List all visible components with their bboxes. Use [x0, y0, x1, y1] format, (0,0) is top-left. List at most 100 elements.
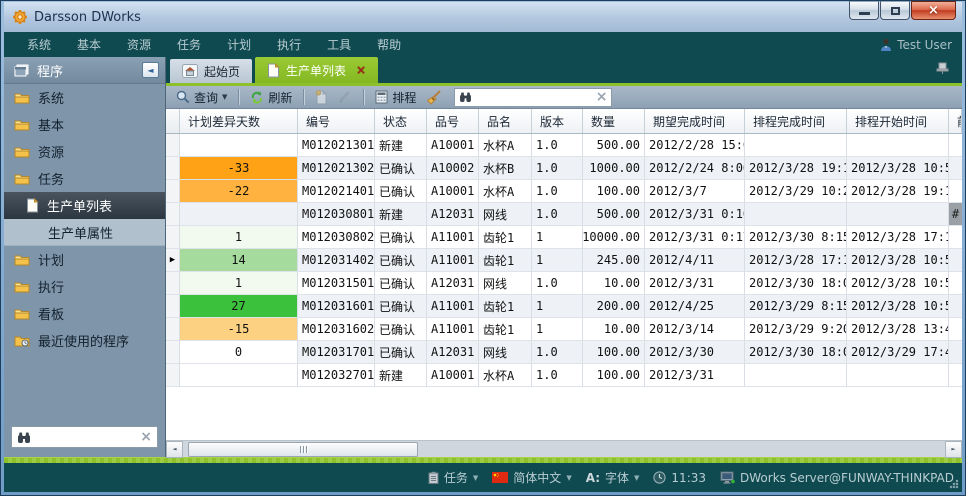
cell-sched_start: 2012/3/28 10:52 — [847, 295, 949, 318]
status-server[interactable]: DWorks Server@FUNWAY-THINKPAD — [720, 471, 954, 485]
sidebar-item-5[interactable]: 生产单属性 — [4, 219, 165, 246]
pin-icon[interactable] — [935, 62, 950, 74]
menu-item-4[interactable]: 计划 — [214, 36, 264, 53]
menu-item-1[interactable]: 基本 — [64, 36, 114, 53]
table-row-0[interactable]: M012021301新建A10001水杯A1.0500.002012/2/28 … — [166, 134, 962, 157]
sidebar-item-label: 看板 — [38, 304, 64, 323]
folder-icon — [14, 172, 30, 185]
cell-ver: 1 — [532, 318, 583, 341]
cell-sched_end: 2012/3/30 18:00 — [745, 341, 847, 364]
table-row-7[interactable]: 27M012031601已确认A11001齿轮11200.002012/4/25… — [166, 295, 962, 318]
folder-icon — [14, 280, 30, 293]
clock-icon — [653, 471, 666, 484]
column-header-9[interactable]: 排程开始时间 — [847, 109, 949, 133]
column-header-3[interactable]: 品号 — [427, 109, 479, 133]
column-header-8[interactable]: 排程完成时间 — [745, 109, 847, 133]
server-name: DWorks Server@FUNWAY-THINKPAD — [740, 471, 954, 485]
tab-0[interactable]: 起始页 — [170, 59, 252, 83]
magnifier-icon — [176, 90, 190, 104]
column-header-4[interactable]: 品名 — [479, 109, 532, 133]
sidebar-item-7[interactable]: 执行 — [4, 273, 165, 300]
resize-grip[interactable] — [949, 479, 959, 489]
cell-ver: 1.0 — [532, 364, 583, 387]
sidebar-item-8[interactable]: 看板 — [4, 300, 165, 327]
new-button[interactable] — [313, 90, 330, 105]
sidebar-item-9[interactable]: 最近使用的程序 — [4, 327, 165, 354]
cell-sched_end: 2012/3/29 8:15 — [745, 295, 847, 318]
content-area: 起始页生产单列表× 查询 ▼ — [166, 57, 962, 457]
menu-item-7[interactable]: 帮助 — [364, 36, 414, 53]
maximize-button[interactable] — [880, 1, 910, 20]
tab-close-icon[interactable]: × — [356, 63, 366, 77]
cell-sched_end: 2012/3/28 17:13 — [745, 249, 847, 272]
scroll-left-arrow-icon[interactable]: ◄ — [166, 441, 183, 458]
scroll-right-arrow-icon[interactable]: ► — [945, 441, 962, 458]
column-header-0[interactable]: 计划差异天数 — [180, 109, 298, 133]
toolbar-search-clear-icon[interactable]: × — [596, 90, 608, 104]
close-button[interactable]: × — [911, 1, 956, 20]
cell-expect: 2012/2/28 15:00 — [645, 134, 745, 157]
cell-no: M012031402 — [298, 249, 375, 272]
sidebar-collapse-button[interactable]: ◄ — [142, 62, 159, 78]
scrollbar-thumb[interactable] — [188, 442, 418, 457]
home-icon — [182, 64, 198, 78]
sidebar-item-1[interactable]: 基本 — [4, 111, 165, 138]
sidebar-search-clear-icon[interactable]: × — [140, 430, 152, 444]
sidebar: 程序 ◄ 系统基本资源任务生产单列表生产单属性计划执行看板最近使用的程序 × — [4, 57, 166, 457]
status-bar: 任务 ▼ 简体中文 ▼ A: 字体 ▼ 11:33 DWorks Server@… — [4, 463, 962, 492]
menu-item-6[interactable]: 工具 — [314, 36, 364, 53]
sidebar-search-input[interactable] — [36, 430, 135, 444]
status-task-menu[interactable]: 任务 ▼ — [428, 469, 478, 486]
menu-item-2[interactable]: 资源 — [114, 36, 164, 53]
menu-item-3[interactable]: 任务 — [164, 36, 214, 53]
column-header-6[interactable]: 数量 — [583, 109, 645, 133]
cell-qty: 100.00 — [583, 180, 645, 203]
status-font-menu[interactable]: A: 字体 ▼ — [586, 469, 640, 486]
horizontal-scrollbar[interactable]: ◄ ► — [166, 440, 962, 457]
cell-diff-days: -15 — [180, 318, 298, 341]
table-row-3[interactable]: M012030801新建A12031网线1.0500.002012/3/31 0… — [166, 203, 962, 226]
language-dropdown-caret-icon: ▼ — [566, 474, 571, 482]
query-button[interactable]: 查询 ▼ — [174, 89, 229, 106]
column-header-7[interactable]: 期望完成时间 — [645, 109, 745, 133]
table-row-8[interactable]: -15M012031602已确认A11001齿轮1110.002012/3/14… — [166, 318, 962, 341]
column-header-partial[interactable]: 前 — [949, 109, 962, 133]
table-row-4[interactable]: 1M012030802已确认A11001齿轮1110000.002012/3/3… — [166, 226, 962, 249]
schedule-button[interactable]: 排程 — [373, 89, 418, 106]
production-order-grid: 计划差异天数编号状态品号品名版本数量期望完成时间排程完成时间排程开始时间前 M0… — [166, 109, 962, 457]
tab-1[interactable]: 生产单列表× — [255, 57, 378, 83]
cell-status: 已确认 — [375, 318, 427, 341]
menu-item-0[interactable]: 系统 — [14, 36, 64, 53]
sidebar-item-3[interactable]: 任务 — [4, 165, 165, 192]
sidebar-item-6[interactable]: 计划 — [4, 246, 165, 273]
table-row-2[interactable]: -22M012021401已确认A10001水杯A1.0100.002012/3… — [166, 180, 962, 203]
table-row-6[interactable]: 1M012031501已确认A12031网线1.010.002012/3/312… — [166, 272, 962, 295]
sidebar-item-4[interactable]: 生产单列表 — [4, 192, 165, 219]
clean-button[interactable] — [424, 90, 444, 105]
toolbar-search-input[interactable] — [476, 90, 591, 104]
edit-button[interactable] — [336, 90, 354, 104]
refresh-button[interactable]: 刷新 — [248, 89, 294, 106]
column-header-2[interactable]: 状态 — [375, 109, 427, 133]
sidebar-item-0[interactable]: 系统 — [4, 84, 165, 111]
minimize-button[interactable] — [849, 1, 879, 20]
titlebar: Darsson DWorks × — [4, 2, 962, 32]
table-row-5[interactable]: ▶14M012031402已确认A11001齿轮11245.002012/4/1… — [166, 249, 962, 272]
sidebar-item-2[interactable]: 资源 — [4, 138, 165, 165]
cell-partial — [949, 134, 962, 157]
menu-item-5[interactable]: 执行 — [264, 36, 314, 53]
binoculars-icon — [459, 92, 472, 102]
status-language-menu[interactable]: 简体中文 ▼ — [492, 469, 571, 486]
table-row-9[interactable]: 0M012031701已确认A12031网线1.0100.002012/3/30… — [166, 341, 962, 364]
user-badge[interactable]: Test User — [880, 38, 952, 52]
table-row-1[interactable]: -33M012021302已确认A10002水杯B1.01000.002012/… — [166, 157, 962, 180]
cell-status: 新建 — [375, 364, 427, 387]
cell-item_name: 网线 — [479, 341, 532, 364]
sidebar-title: 程序 — [37, 61, 63, 80]
sidebar-item-label: 系统 — [38, 88, 64, 107]
column-header-5[interactable]: 版本 — [532, 109, 583, 133]
column-header-1[interactable]: 编号 — [298, 109, 375, 133]
query-dropdown-caret-icon[interactable]: ▼ — [222, 93, 227, 101]
table-row-10[interactable]: M012032701新建A10001水杯A1.0100.002012/3/31 — [166, 364, 962, 387]
cell-diff-days: 14 — [180, 249, 298, 272]
